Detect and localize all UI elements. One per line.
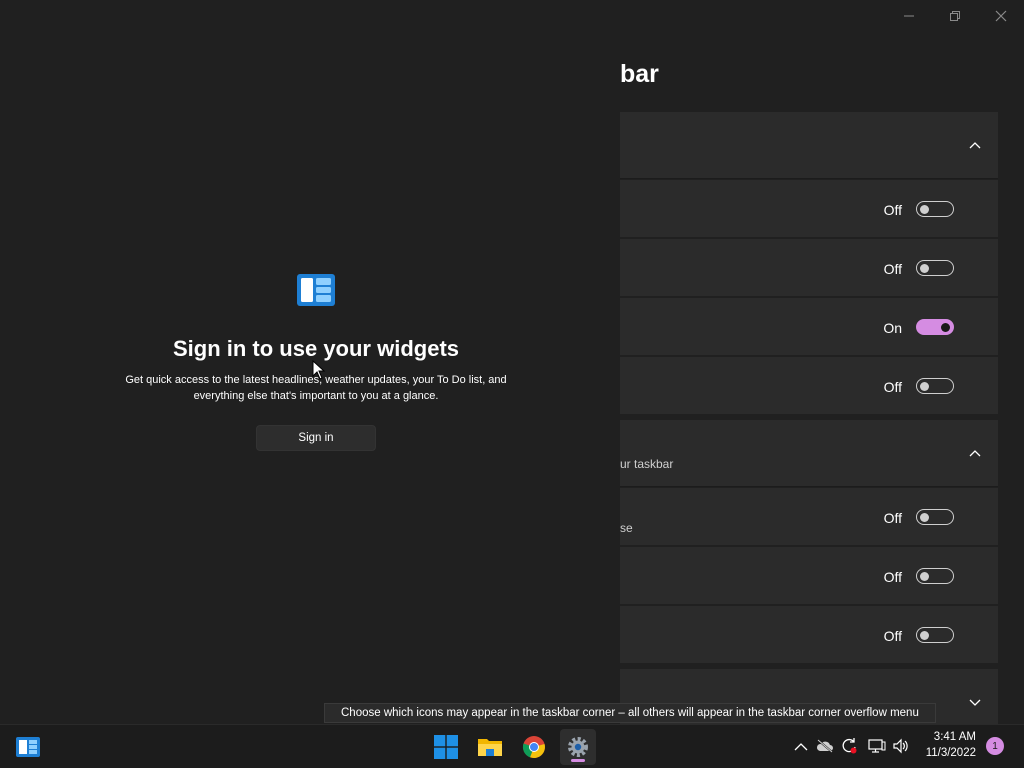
- settings-row: Off: [620, 180, 998, 237]
- network-icon[interactable]: [868, 737, 886, 755]
- toggle-knob: [941, 322, 950, 332]
- start-button[interactable]: [428, 729, 464, 765]
- section-label: ur taskbar: [620, 457, 674, 471]
- toggle-knob: [920, 204, 929, 214]
- widgets-taskbar-button[interactable]: [10, 729, 46, 765]
- toggle-switch[interactable]: [916, 201, 954, 217]
- mouse-cursor-icon: [312, 360, 326, 380]
- toggle-switch[interactable]: [916, 319, 954, 335]
- chrome-button[interactable]: [516, 729, 552, 765]
- settings-row: Off: [620, 357, 998, 414]
- notification-badge[interactable]: 1: [986, 737, 1004, 755]
- sign-in-button[interactable]: Sign in: [256, 425, 376, 451]
- toggle-knob: [920, 571, 929, 581]
- widgets-icon: [297, 274, 335, 306]
- sync-icon[interactable]: [840, 737, 858, 755]
- tooltip: Choose which icons may appear in the tas…: [324, 703, 936, 723]
- onedrive-offline-icon[interactable]: [816, 737, 834, 755]
- toggle-switch[interactable]: [916, 509, 954, 525]
- chevron-up-icon[interactable]: [792, 737, 810, 755]
- clock-time: 3:41 AM: [933, 731, 976, 743]
- minimize-button[interactable]: [886, 4, 932, 28]
- settings-row: On: [620, 298, 998, 355]
- folder-icon: [478, 739, 502, 756]
- minimize-icon: [904, 15, 914, 17]
- settings-row: Off: [620, 606, 998, 663]
- section-header[interactable]: ur taskbar: [620, 420, 998, 487]
- windows-logo-icon: [434, 735, 458, 759]
- row-description: se: [620, 521, 633, 535]
- chevron-down-icon[interactable]: [968, 696, 982, 710]
- page-title: bar: [620, 60, 659, 88]
- file-explorer-button[interactable]: [472, 729, 508, 765]
- settings-row: se Off: [620, 488, 998, 545]
- toggle-state-label: Off: [883, 569, 902, 585]
- restore-icon: [950, 11, 960, 21]
- settings-row: Off: [620, 547, 998, 604]
- toggle-switch[interactable]: [916, 627, 954, 643]
- toggle-state-label: Off: [883, 379, 902, 395]
- toggle-knob: [920, 630, 929, 640]
- toggle-knob: [920, 512, 929, 522]
- chevron-up-icon[interactable]: [968, 446, 982, 460]
- close-icon: [995, 10, 1007, 22]
- toggle-state-label: Off: [883, 261, 902, 277]
- clock[interactable]: 3:41 AM 11/3/2022: [926, 729, 976, 761]
- toggle-knob: [920, 381, 929, 391]
- widgets-title: Sign in to use your widgets: [172, 336, 460, 361]
- volume-icon[interactable]: [892, 737, 910, 755]
- toggle-switch[interactable]: [916, 378, 954, 394]
- toggle-knob: [920, 263, 929, 273]
- toggle-switch[interactable]: [916, 568, 954, 584]
- toggle-state-label: Off: [883, 628, 902, 644]
- toggle-state-label: Off: [883, 202, 902, 218]
- toggle-state-label: Off: [883, 510, 902, 526]
- settings-row: Off: [620, 239, 998, 296]
- chevron-up-icon[interactable]: [968, 138, 982, 152]
- toggle-switch[interactable]: [916, 260, 954, 276]
- active-app-indicator: [571, 759, 585, 762]
- gear-icon: [568, 737, 588, 757]
- widgets-panel: Sign in to use your widgets Get quick ac…: [0, 0, 620, 724]
- section-header[interactable]: [620, 112, 998, 179]
- clock-date: 11/3/2022: [925, 747, 976, 759]
- close-button[interactable]: [978, 4, 1024, 28]
- settings-button[interactable]: [560, 729, 596, 765]
- chrome-icon: [522, 736, 545, 759]
- taskbar: 3:41 AM 11/3/2022 1: [0, 724, 1024, 768]
- toggle-state-label: On: [883, 320, 902, 336]
- maximize-button[interactable]: [932, 4, 978, 28]
- widgets-icon: [16, 737, 40, 757]
